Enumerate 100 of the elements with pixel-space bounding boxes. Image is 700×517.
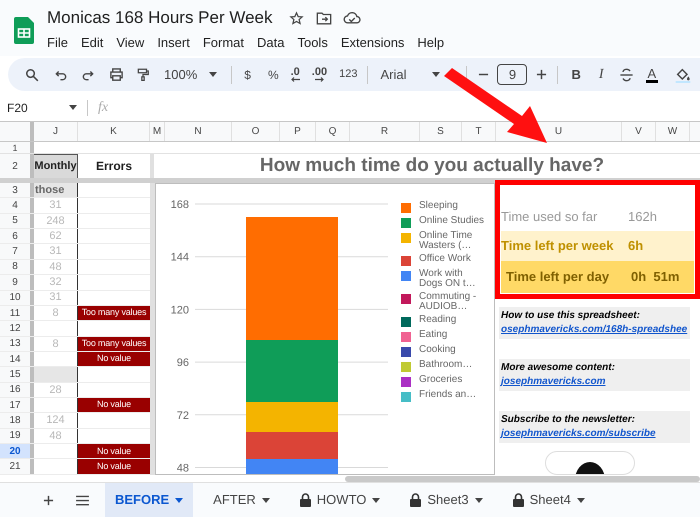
folder-icon[interactable] (316, 10, 332, 26)
search-icon[interactable] (25, 68, 39, 82)
sheet-tab[interactable]: BEFORE (105, 483, 194, 517)
column-header[interactable]: T (462, 122, 496, 141)
menu-icon[interactable] (76, 494, 89, 506)
column-header[interactable]: P (280, 122, 316, 141)
row-number[interactable]: 16 (0, 382, 34, 398)
row-number[interactable]: 8 (0, 260, 34, 274)
currency-format-button[interactable]: $ (244, 66, 251, 84)
error-cell: No value (78, 459, 150, 474)
sheet-tab[interactable]: Sheet4 (502, 483, 595, 517)
legend-label: Commuting - AUDIOB… (419, 292, 478, 312)
sheet-tab[interactable]: HOWTO (290, 483, 390, 517)
decrease-decimal-button[interactable]: .0 (290, 67, 300, 82)
link[interactable]: josephmavericks.com (501, 375, 606, 389)
row-number[interactable]: 15 (0, 367, 34, 382)
column-header[interactable]: M (150, 122, 165, 141)
strikethrough-icon[interactable] (620, 68, 633, 82)
plus-icon[interactable] (536, 69, 548, 80)
column-header[interactable]: N (165, 122, 232, 141)
paint-format-icon[interactable] (136, 67, 150, 82)
row-number[interactable]: 18 (0, 413, 34, 428)
axis-label: 120 (170, 304, 189, 316)
bold-button[interactable]: B (571, 64, 581, 84)
row-number[interactable]: 9 (0, 275, 34, 290)
error-cell: Too many values (78, 306, 150, 320)
italic-button[interactable]: I (598, 64, 604, 85)
caret-icon (262, 498, 270, 502)
axis-label: 96 (176, 357, 189, 370)
row-number[interactable]: 11 (0, 306, 34, 320)
row-number[interactable]: 4 (0, 198, 34, 213)
card-heading: How to use this spreadsheet: (501, 309, 641, 323)
row-number[interactable]: 2 (0, 154, 34, 178)
star-icon[interactable] (288, 10, 304, 26)
legend-label: Reading (419, 315, 458, 325)
menu-item[interactable]: Extensions (340, 33, 404, 52)
cloud-icon[interactable] (342, 11, 361, 25)
percent-format-button[interactable]: % (268, 66, 279, 84)
menu-item[interactable]: View (116, 33, 144, 52)
summary-label: Time left per week (501, 237, 614, 256)
legend-label: Online Studies (419, 216, 486, 226)
add-sheet-icon[interactable] (43, 494, 54, 506)
caret-icon (175, 498, 184, 502)
row-number[interactable]: 5 (0, 214, 34, 228)
row-number[interactable]: 19 (0, 428, 34, 444)
row-number[interactable]: 21 (0, 459, 34, 474)
menu-item[interactable]: Insert (157, 33, 190, 52)
text-color-button[interactable]: A (646, 66, 658, 82)
link[interactable]: josephmavericks.com/subscribe (501, 427, 656, 441)
menu-item[interactable]: Format (202, 33, 244, 52)
font-size-field[interactable]: 9 (497, 64, 528, 85)
row-number[interactable]: 6 (0, 229, 34, 244)
menu-item[interactable]: Tools (297, 33, 328, 52)
chart-panel[interactable]: 168 144 120 96 72 48 Sleeping Online Studies Online Time Wasters (… Office Work Work with Dogs ON t… Commuting - AUDIOB… Reading Eating Cooking Bathroom… Groceries Friends an… (155, 183, 495, 475)
document-title[interactable]: Monicas 168 Hours Per Week (47, 5, 273, 31)
menu-item[interactable]: Data (257, 33, 284, 52)
row-number[interactable]: 1 (0, 142, 34, 153)
column-header[interactable]: S (420, 122, 462, 141)
row-number[interactable]: 10 (0, 290, 34, 305)
sheet-tab[interactable]: AFTER (203, 483, 280, 517)
row-number[interactable]: 7 (0, 244, 34, 259)
column-header[interactable]: W (656, 122, 690, 141)
arrow-icon (314, 77, 324, 82)
arrow-icon (290, 77, 300, 82)
error-cell: No value (78, 444, 150, 458)
column-header[interactable]: J (34, 122, 78, 141)
caret-icon (209, 72, 218, 77)
sheets-logo-icon[interactable] (14, 17, 34, 44)
column-header[interactable]: V (622, 122, 656, 141)
sheet-heading: How much time do you actually have? (258, 154, 606, 178)
increase-decimal-button[interactable]: .00 (312, 67, 328, 82)
row-number[interactable]: 13 (0, 336, 34, 351)
row-number[interactable]: 14 (0, 352, 34, 366)
sheet-tab[interactable]: Sheet3 (400, 483, 493, 517)
card-heading: Subscribe to the newsletter: (501, 413, 636, 427)
summary-label: Time left per day (506, 268, 610, 286)
link[interactable]: osephmavericks.com/168h-spreadshee (501, 323, 688, 337)
error-cell: No value (78, 352, 150, 366)
menu-item[interactable]: Edit (80, 33, 104, 52)
row-number[interactable]: 17 (0, 398, 34, 412)
zoom-dropdown[interactable]: 100% (164, 64, 218, 84)
font-dropdown[interactable]: Arial (380, 64, 440, 84)
name-box[interactable]: F20 (7, 98, 77, 116)
column-header[interactable]: O (232, 122, 280, 141)
legend-label: Cooking (419, 345, 457, 355)
caret-icon (576, 498, 585, 502)
menu-item[interactable]: Help (417, 33, 444, 52)
print-icon[interactable] (109, 67, 124, 82)
row-number[interactable]: 12 (0, 321, 34, 336)
axis-label: 48 (176, 462, 189, 474)
fill-color-icon[interactable] (675, 66, 692, 82)
column-header[interactable]: Q (316, 122, 350, 141)
column-header[interactable]: K (78, 122, 150, 141)
row-number[interactable]: 3 (0, 183, 34, 198)
column-header[interactable]: R (350, 122, 420, 141)
horizontal-scrollbar[interactable] (345, 476, 700, 482)
menu-item[interactable]: File (47, 33, 68, 52)
row-number[interactable]: 20 (0, 444, 34, 458)
caret-icon (372, 498, 380, 502)
number-format-button[interactable]: 123 (339, 66, 358, 83)
